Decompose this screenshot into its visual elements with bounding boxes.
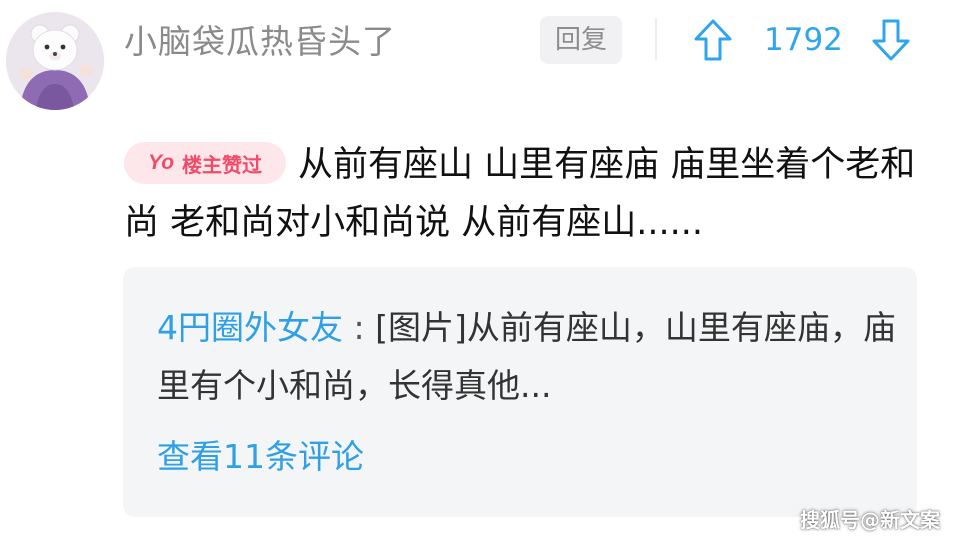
username[interactable]: 小脑袋瓜热昏头了: [124, 22, 396, 62]
watermark: 搜狐号@新文案: [800, 508, 940, 532]
arrow-down-icon: [872, 19, 910, 61]
nested-replies-box[interactable]: 4円圈外女友 : [图片]从前有座山，山里有座庙，庙里有个小和尚，长得真他...…: [123, 267, 917, 517]
comment-text: 从前有座山 山里有座庙 庙里坐着个老和尚 老和尚对小和尚说 从前有座山.....…: [124, 145, 916, 243]
nested-reply: 4円圈外女友 : [图片]从前有座山，山里有座庙，庙里有个小和尚，长得真他...: [157, 299, 897, 415]
avatar[interactable]: [6, 12, 104, 110]
nested-reply-separator: :: [353, 308, 365, 347]
reply-button[interactable]: 回复: [540, 16, 622, 64]
comment-card: 小脑袋瓜热昏头了 回复 1792 Yo 楼主赞过 从前有座山 山里有座庙 庙里坐…: [0, 0, 960, 539]
vote-count: 1792: [764, 22, 843, 58]
view-more-comments-link[interactable]: 查看11条评论: [157, 433, 364, 481]
divider: [655, 18, 657, 60]
downvote-button[interactable]: [871, 18, 911, 62]
avatar-image: [6, 12, 104, 110]
upvote-button[interactable]: [693, 18, 733, 62]
arrow-up-icon: [694, 19, 732, 61]
nested-reply-author[interactable]: 4円圈外女友: [157, 308, 343, 347]
